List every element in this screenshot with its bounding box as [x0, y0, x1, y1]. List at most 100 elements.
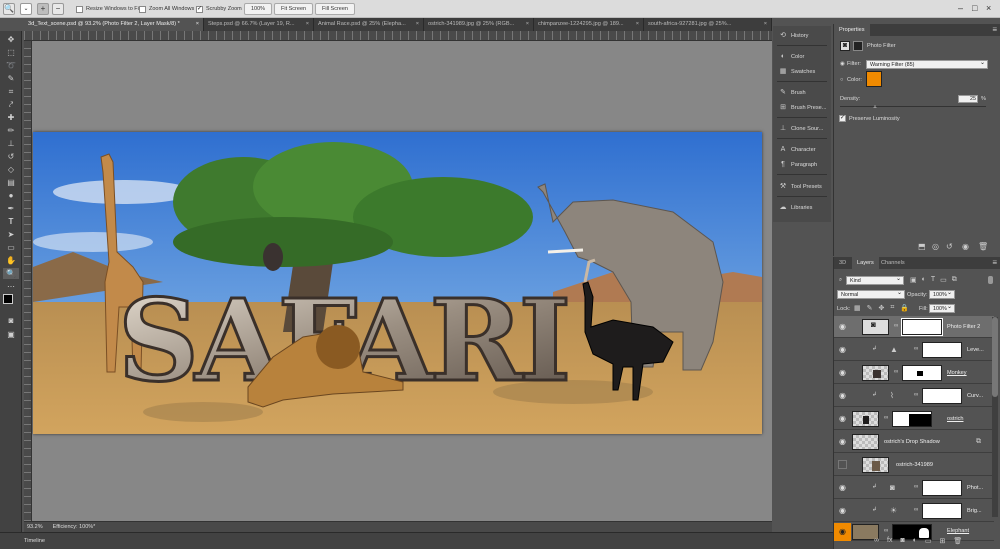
link-layers-icon[interactable]: ∞ [874, 537, 879, 545]
dock-brush-presets[interactable]: ⊞ Brush Prese... [773, 102, 831, 114]
delete-layer-icon[interactable]: 🗑 [953, 537, 962, 545]
layer-row-curves[interactable]: ◉ ↲ ⌇ ∞ Curv... [834, 385, 994, 407]
layer-mask-thumbnail[interactable] [922, 388, 962, 404]
dock-paragraph[interactable]: ¶ Paragraph [773, 159, 831, 171]
eye-icon[interactable]: ◉ [838, 414, 847, 423]
close-icon[interactable]: × [986, 2, 991, 14]
layer-mask-thumbnail[interactable] [901, 318, 943, 336]
layer-row-ostrich-341989[interactable]: ostrich-341989 [834, 454, 994, 476]
eye-icon[interactable]: ◉ [834, 523, 851, 541]
tab-3d[interactable]: 3D [834, 257, 851, 269]
shape-filter-icon[interactable]: ▭ [940, 276, 947, 284]
dock-character[interactable]: A Character [773, 144, 831, 156]
hand-tool-icon[interactable]: ✋ [3, 255, 19, 266]
new-group-icon[interactable]: ▭ [925, 537, 932, 545]
close-tab-icon[interactable]: × [416, 18, 419, 31]
layers-scrollbar[interactable] [992, 317, 998, 517]
layer-mask-thumbnail[interactable] [892, 411, 932, 427]
fill-screen-button[interactable]: Fill Screen [315, 3, 355, 15]
add-mask-icon[interactable]: ◙ [900, 537, 904, 545]
blend-mode-select[interactable]: Normal [837, 289, 905, 299]
close-tab-icon[interactable]: × [306, 18, 309, 31]
eyedropper-tool-icon[interactable]: ⤤ [3, 99, 19, 110]
history-brush-icon[interactable]: ↺ [3, 151, 19, 162]
quick-select-tool-icon[interactable]: ✎ [3, 73, 19, 84]
clip-to-layer-icon[interactable]: ⬒ [918, 242, 926, 252]
filter-color-swatch[interactable] [866, 71, 882, 87]
layer-row-ostrich[interactable]: ◉ ∞ ostrich [834, 408, 994, 430]
hidden-visibility-box[interactable] [838, 460, 847, 469]
preserve-luminosity-checkbox[interactable]: ✓ [839, 115, 846, 122]
doc-tab-chimpanzee[interactable]: chimpanzee-1224295.jpg @ 189... × [534, 18, 644, 31]
vertical-ruler[interactable] [24, 41, 32, 521]
close-tab-icon[interactable]: × [636, 18, 639, 31]
density-slider-thumb[interactable]: ▵ [874, 104, 880, 110]
zoom-tool-active-icon[interactable]: 🔍 [3, 268, 19, 279]
density-slider-track[interactable] [840, 106, 986, 107]
density-input[interactable]: 25 [958, 95, 978, 103]
eye-icon[interactable]: ◉ [838, 506, 847, 515]
lock-artboard-icon[interactable]: ⌗ [890, 304, 894, 312]
lock-position-icon[interactable]: ✥ [879, 304, 885, 312]
tab-layers[interactable]: Layers [852, 257, 879, 269]
opacity-input[interactable]: 100% [929, 289, 955, 299]
chain-link-icon[interactable]: ∞ [884, 528, 888, 534]
chevron-down-icon[interactable]: ⌄ [20, 3, 32, 15]
resize-windows-checkbox[interactable]: Resize Windows to Fit [76, 4, 140, 14]
view-previous-icon[interactable]: ◎ [932, 242, 939, 252]
pixel-filter-icon[interactable]: ▣ [910, 276, 917, 284]
scrubby-zoom-checkbox[interactable]: ✓ Scrubby Zoom [196, 4, 242, 14]
new-layer-icon[interactable]: ⊞ [940, 537, 946, 545]
eye-icon[interactable]: ◉ [838, 368, 847, 377]
layer-mask-thumbnail[interactable] [922, 503, 962, 519]
screen-mode-icon[interactable]: ▣ [3, 329, 19, 340]
minimize-icon[interactable]: – [958, 2, 963, 14]
layer-mask-thumbnail[interactable] [922, 342, 962, 358]
layer-row-monkey[interactable]: ◉ ∞ Monkey [834, 362, 994, 384]
close-tab-icon[interactable]: × [526, 18, 529, 31]
quick-mask-icon[interactable]: ◙ [3, 315, 19, 326]
eye-icon[interactable]: ◉ [838, 391, 847, 400]
move-tool-icon[interactable]: ✥ [3, 34, 19, 45]
zoom-level[interactable]: 93.2% [27, 522, 43, 532]
zoom-tool-icon[interactable]: 🔍 [3, 3, 15, 15]
dock-swatches[interactable]: ▦ Swatches [773, 66, 831, 78]
panel-menu-icon[interactable]: ≡ [992, 258, 997, 267]
maximize-icon[interactable]: □ [972, 2, 977, 14]
layer-row-photo-filter[interactable]: ◉ ↲ ◙ ∞ Phot... [834, 477, 994, 499]
chain-link-icon[interactable]: ∞ [894, 323, 898, 329]
clone-stamp-icon[interactable]: ⊥ [3, 138, 19, 149]
color-radio-icon[interactable]: ○ [840, 76, 843, 84]
foreground-color-swatch[interactable] [3, 294, 13, 304]
zoom-in-icon[interactable]: + [37, 3, 49, 15]
fit-screen-button[interactable]: Fit Screen [274, 3, 314, 15]
healing-brush-icon[interactable]: ✚ [3, 112, 19, 123]
type-tool-icon[interactable]: T [3, 216, 19, 227]
filter-radio-icon[interactable]: ◉ [840, 60, 845, 68]
tab-channels[interactable]: Channels [876, 257, 910, 269]
timeline-tab[interactable]: Timeline [24, 538, 45, 544]
doc-tab-south-africa[interactable]: south-africa-927281.jpg @ 25%... × [644, 18, 772, 31]
dock-color[interactable]: ◐ Color [773, 51, 831, 63]
type-filter-icon[interactable]: T [931, 276, 935, 284]
chain-link-icon[interactable]: ∞ [914, 484, 918, 490]
pen-tool-icon[interactable]: ✒ [3, 203, 19, 214]
eraser-tool-icon[interactable]: ◇ [3, 164, 19, 175]
dock-clone-source[interactable]: ⊥ Clone Sour... [773, 123, 831, 135]
tab-properties[interactable]: Properties [834, 24, 870, 36]
doc-tab-ostrich[interactable]: ostrich-341989.jpg @ 25% (RGB... × [424, 18, 534, 31]
mask-icon[interactable] [853, 41, 863, 51]
brush-tool-icon[interactable]: ✏ [3, 125, 19, 136]
lasso-tool-icon[interactable]: ➰ [3, 60, 19, 71]
layer-row-ostrich-drop-shadow[interactable]: ◉ ostrich's Drop Shadow ⧉ [834, 431, 994, 453]
close-tab-icon[interactable]: × [196, 18, 199, 31]
gradient-tool-icon[interactable]: ▤ [3, 177, 19, 188]
lock-all-icon[interactable]: 🔒 [900, 304, 909, 312]
doc-tab-3d-text-scene[interactable]: 3d_Text_scene.psd @ 93.2% (Photo Filter … [24, 18, 204, 31]
reset-icon[interactable]: ↺ [946, 242, 953, 252]
efficiency-readout[interactable]: Efficiency: 100%* [53, 522, 96, 532]
zoom-out-icon[interactable]: − [52, 3, 64, 15]
horizontal-ruler[interactable] [24, 31, 772, 41]
chain-link-icon[interactable]: ∞ [894, 369, 898, 375]
lock-pixels-icon[interactable]: ✎ [867, 304, 873, 312]
